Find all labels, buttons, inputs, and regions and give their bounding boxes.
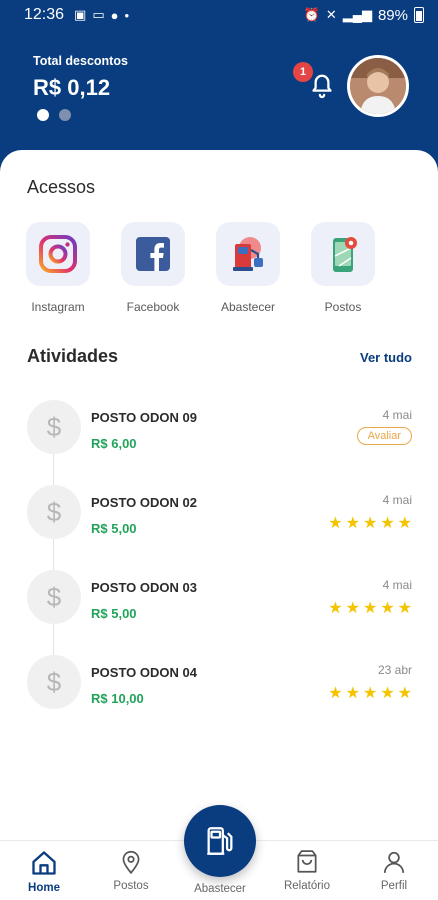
shortcut-tile[interactable] (216, 222, 280, 286)
laptop-icon: ▭ (92, 7, 105, 22)
star-icon: ★ (345, 515, 360, 532)
carousel-dots (37, 109, 71, 121)
activity-price: R$ 5,00 (91, 521, 137, 536)
activity-price: R$ 10,00 (91, 691, 144, 706)
star-icon: ★ (362, 685, 378, 702)
nav-home-label: Home (28, 882, 60, 894)
activity-price: R$ 5,00 (91, 606, 137, 621)
star-icon: ★ (328, 515, 343, 532)
acessos-title: Acessos (27, 177, 96, 197)
user-icon (383, 851, 405, 873)
alarm-icon: ⏰ (303, 7, 320, 22)
fuel-pump-icon (233, 237, 263, 271)
rating-stars: ★ ★ ★ ★ ★ (328, 516, 412, 532)
shortcut-label: Instagram (31, 300, 85, 314)
shortcut-facebook[interactable]: Facebook (118, 222, 188, 314)
nav-postos-label: Postos (113, 880, 149, 892)
status-notification-icons: ▣ ▭ ● • (74, 7, 129, 23)
nav-abastecer-label: Abastecer (194, 883, 246, 895)
gallery-icon: ▣ (74, 7, 87, 22)
activity-station-name: POSTO ODON 04 (91, 665, 197, 680)
star-icon: ★ (345, 600, 360, 617)
nav-relatorio-label: Relatório (283, 880, 331, 892)
content-sheet: Acessos Instagram Facebook Abastecer Pos… (0, 150, 438, 900)
shortcut-tile[interactable] (121, 222, 185, 286)
shortcut-abastecer[interactable]: Abastecer (213, 222, 283, 314)
activity-item[interactable]: $ POSTO ODON 04 R$ 10,00 23 abr ★ ★ ★ ★ … (0, 655, 438, 725)
dollar-icon: $ (27, 485, 81, 539)
battery-text: 89% (377, 6, 408, 24)
dot-icon: • (124, 7, 130, 23)
app-icon: ● (110, 7, 119, 23)
status-bar: 12:36 ▣ ▭ ● • ⏰ ✕ ▂▄▆ 89% (0, 0, 438, 30)
nav-perfil-label: Perfil (380, 880, 408, 892)
see-all-link[interactable]: Ver tudo (360, 350, 412, 365)
nav-postos[interactable]: Postos (91, 849, 171, 892)
activity-price: R$ 6,00 (91, 436, 137, 451)
rate-button[interactable]: Avaliar (356, 427, 412, 445)
star-icon: ★ (397, 600, 412, 617)
nav-home[interactable]: Home (4, 849, 84, 894)
status-system-icons: ⏰ ✕ ▂▄▆ 89% (304, 7, 424, 24)
dollar-icon: $ (27, 655, 81, 709)
carousel-dot[interactable] (59, 109, 71, 121)
activity-item[interactable]: $ POSTO ODON 09 R$ 6,00 4 mai Avaliar (0, 400, 438, 470)
star-icon: ★ (328, 685, 343, 702)
avatar[interactable] (347, 55, 409, 117)
nav-relatorio[interactable]: Relatório (267, 849, 347, 892)
activity-station-name: POSTO ODON 02 (91, 495, 197, 510)
activity-date: 4 mai (382, 408, 412, 422)
activity-item[interactable]: $ POSTO ODON 02 R$ 5,00 4 mai ★ ★ ★ ★ ★ (0, 485, 438, 555)
shortcut-postos[interactable]: Postos (308, 222, 378, 314)
star-icon: ★ (397, 515, 412, 532)
dollar-icon: $ (27, 570, 81, 624)
activity-date: 23 abr (377, 663, 412, 677)
status-time: 12:36 (24, 6, 65, 23)
instagram-icon (39, 235, 77, 273)
star-icon: ★ (345, 685, 360, 702)
activity-item[interactable]: $ POSTO ODON 03 R$ 5,00 4 mai ★ ★ ★ ★ ★ (0, 570, 438, 640)
avatar-photo (350, 58, 406, 114)
abastecer-fab-button[interactable] (184, 805, 256, 877)
mute-icon: ✕ (325, 7, 337, 22)
shopping-bag-icon (297, 850, 317, 873)
fuel-pump-icon (207, 827, 233, 855)
activity-station-name: POSTO ODON 03 (91, 580, 197, 595)
shortcut-label: Facebook (126, 300, 180, 314)
signal-icon: ▂▄▆ (342, 7, 372, 22)
star-icon: ★ (397, 685, 412, 702)
nav-perfil[interactable]: Perfil (354, 849, 434, 892)
location-pin-icon (122, 850, 140, 875)
star-icon: ★ (362, 515, 378, 532)
shortcut-tile[interactable] (26, 222, 90, 286)
dollar-icon: $ (27, 400, 81, 454)
activity-station-name: POSTO ODON 09 (91, 410, 197, 425)
star-icon: ★ (380, 685, 395, 702)
header: Total descontos R$ 0,12 1 (0, 30, 438, 160)
shortcut-label: Postos (324, 300, 362, 314)
shortcut-label: Abastecer (220, 300, 276, 314)
total-discount-value: R$ 0,12 (33, 75, 111, 100)
battery-icon (414, 7, 424, 23)
star-icon: ★ (362, 600, 378, 617)
total-discount-label: Total descontos (33, 54, 128, 68)
star-icon: ★ (380, 515, 395, 532)
star-icon: ★ (328, 600, 343, 617)
shortcut-instagram[interactable]: Instagram (23, 222, 93, 314)
atividades-title: Atividades (27, 346, 119, 366)
map-phone-icon (333, 237, 357, 272)
rating-stars: ★ ★ ★ ★ ★ (328, 686, 412, 702)
activity-date: 4 mai (382, 578, 412, 592)
shortcut-tile[interactable] (311, 222, 375, 286)
carousel-dot-active[interactable] (37, 109, 49, 121)
notification-badge: 1 (293, 62, 313, 82)
star-icon: ★ (380, 600, 395, 617)
activity-date: 4 mai (382, 493, 412, 507)
rating-stars: ★ ★ ★ ★ ★ (328, 601, 412, 617)
home-icon (32, 851, 56, 875)
facebook-icon (136, 237, 170, 271)
